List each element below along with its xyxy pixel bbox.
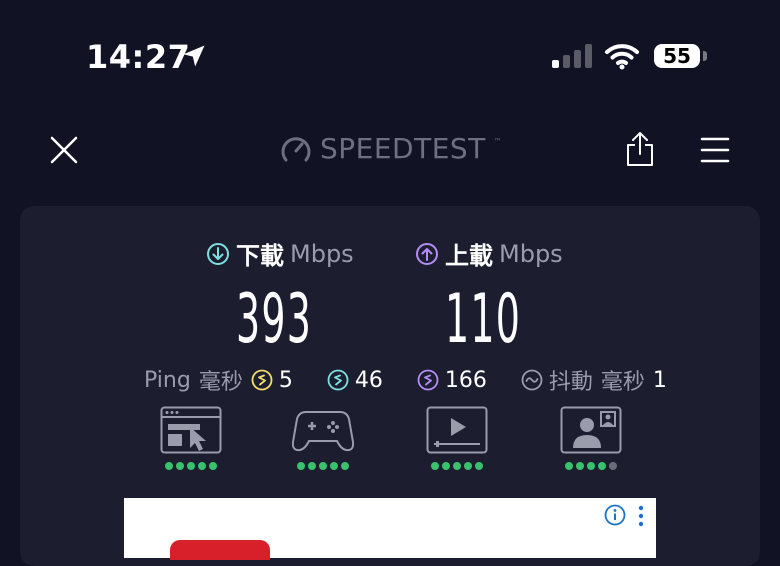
ad-graphic (170, 540, 270, 560)
battery-nub (703, 51, 707, 61)
idle-latency-icon (251, 369, 273, 391)
quality-video-streaming[interactable] (426, 406, 488, 470)
quality-web-browsing[interactable] (160, 406, 222, 470)
upload-latency-icon (417, 369, 439, 391)
video-player-icon (426, 406, 488, 454)
jitter-unit: 毫秒 (600, 370, 645, 395)
ping-unit: 毫秒 (198, 370, 243, 395)
brand-trademark: ™ (493, 137, 502, 146)
download-latency-icon (327, 369, 349, 391)
upload-label: 上載 (445, 242, 493, 270)
speedometer-icon (281, 136, 311, 161)
video-call-icon (560, 406, 622, 454)
download-header: 下載 Mbps (206, 236, 354, 271)
share-icon[interactable] (624, 130, 656, 168)
speedtest-logo: SPEEDTEST ™ (280, 132, 502, 165)
wifi-icon (605, 44, 639, 70)
ping-upload-value: 166 (444, 367, 487, 393)
info-icon[interactable] (604, 504, 626, 526)
upload-speed-value: 110 (445, 280, 522, 359)
quality-rating (297, 462, 349, 470)
upload-arrow-icon (416, 242, 438, 265)
quality-rating (565, 462, 617, 470)
battery-icon: 55 (654, 44, 700, 68)
jitter-value: 1 (652, 367, 667, 393)
ping-idle-value: 5 (278, 367, 293, 393)
quality-rating (431, 462, 483, 470)
status-time: 14:27 (86, 38, 191, 76)
quality-rating (165, 462, 217, 470)
cellular-signal-icon (552, 44, 592, 68)
brand-name: SPEEDTEST (320, 132, 486, 165)
gamepad-icon (292, 411, 354, 452)
quality-video-chat[interactable] (560, 406, 622, 470)
jitter-label: 抖動 (548, 370, 593, 395)
more-vertical-icon[interactable] (636, 505, 646, 527)
location-arrow-icon (183, 45, 205, 67)
ping-download-value: 46 (354, 367, 383, 393)
quality-gaming[interactable] (292, 406, 354, 470)
upload-header: 上載 Mbps (415, 236, 563, 271)
download-speed-value: 393 (236, 280, 313, 359)
ping-label: Ping (144, 367, 191, 393)
close-icon[interactable] (48, 134, 80, 166)
browser-cursor-icon (160, 406, 222, 454)
download-unit: Mbps (290, 239, 354, 268)
ping-row: Ping 毫秒 5 46 166 抖動 毫秒 1 (144, 364, 667, 396)
top-nav: SPEEDTEST ™ (0, 120, 780, 180)
download-arrow-icon (207, 242, 229, 265)
download-label: 下載 (236, 242, 284, 270)
upload-unit: Mbps (499, 239, 563, 268)
status-bar: 14:27 55 (0, 0, 780, 110)
menu-icon[interactable] (700, 136, 730, 164)
jitter-icon (521, 369, 543, 391)
